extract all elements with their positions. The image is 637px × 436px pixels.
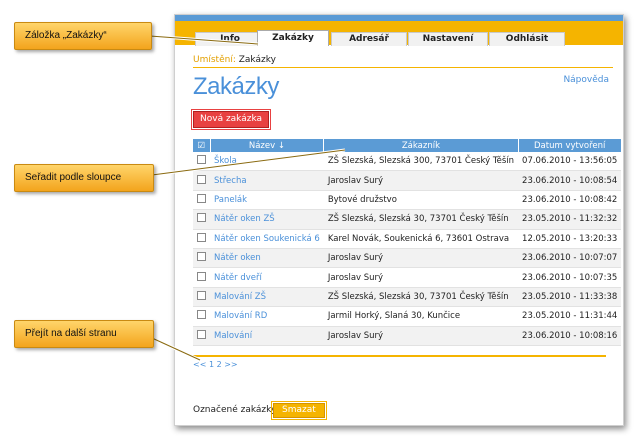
callout-leader-lines bbox=[149, 34, 346, 362]
callout-orders-tab: Záložka „Zakázky“ bbox=[14, 22, 152, 50]
callout-next-page: Přejít na další stranu bbox=[14, 320, 154, 348]
callout-sort-by-column: Seřadit podle sloupce bbox=[14, 164, 154, 192]
